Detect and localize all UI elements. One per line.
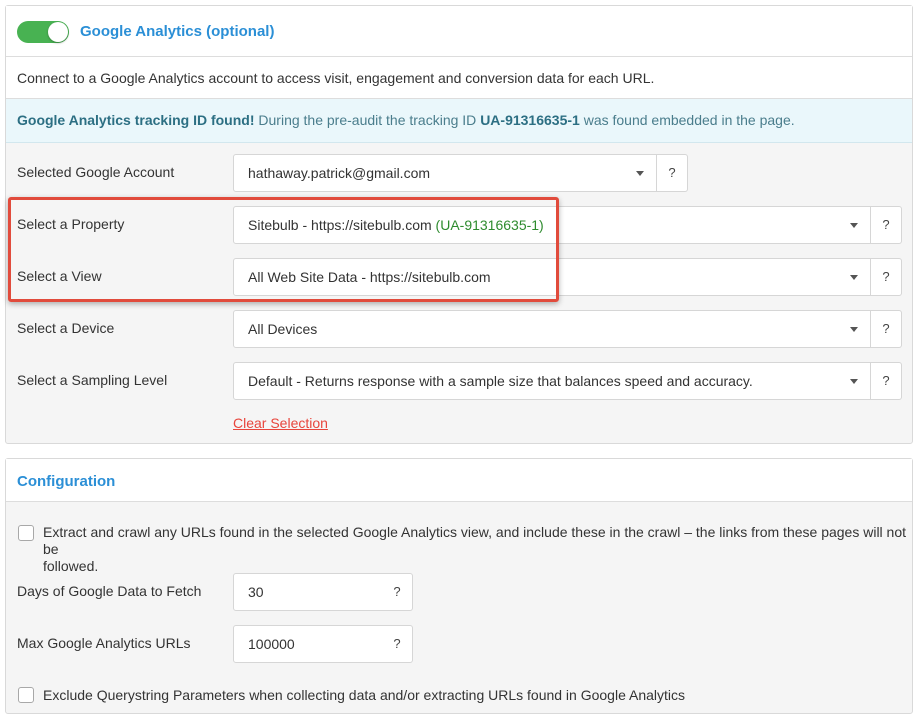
chevron-down-icon: [850, 379, 858, 384]
sampling-label: Select a Sampling Level: [17, 372, 168, 388]
max-urls-help-button[interactable]: ?: [382, 625, 413, 663]
config-panel-header: Configuration: [6, 459, 912, 502]
days-help-button[interactable]: ?: [382, 573, 413, 611]
config-section-title: Configuration: [17, 473, 116, 490]
extract-urls-text: Extract and crawl any URLs found in the …: [43, 524, 912, 575]
view-value: All Web Site Data - https://sitebulb.com: [248, 269, 491, 285]
extract-urls-line2: followed.: [43, 558, 99, 574]
google-analytics-panel: Google Analytics (optional) Connect to a…: [5, 5, 913, 444]
alert-text-before: During the pre-audit the tracking ID: [258, 112, 477, 128]
tracking-id-alert: Google Analytics tracking ID found! Duri…: [6, 99, 912, 143]
account-label: Selected Google Account: [17, 164, 175, 180]
chevron-down-icon: [850, 223, 858, 228]
device-select[interactable]: All Devices: [233, 310, 871, 348]
extract-urls-line1: Extract and crawl any URLs found in the …: [43, 524, 907, 557]
exclude-querystring-checkbox[interactable]: [18, 687, 34, 703]
alert-tracking-id: UA-91316635-1: [480, 112, 580, 128]
alert-text-after: was found embedded in the page.: [583, 112, 795, 128]
property-id: (UA-91316635-1): [435, 217, 544, 233]
alert-strong: Google Analytics tracking ID found!: [17, 112, 255, 128]
ga-section-title: Google Analytics (optional): [80, 23, 275, 40]
sampling-select[interactable]: Default - Returns response with a sample…: [233, 362, 871, 400]
extract-urls-checkbox[interactable]: [18, 525, 34, 541]
property-label: Select a Property: [17, 216, 125, 232]
toggle-knob: [48, 22, 68, 42]
exclude-querystring-text: Exclude Querystring Parameters when coll…: [43, 687, 686, 703]
device-value: All Devices: [248, 321, 318, 337]
device-help-button[interactable]: ?: [871, 310, 902, 348]
device-label: Select a Device: [17, 320, 115, 336]
property-help-button[interactable]: ?: [871, 206, 902, 244]
property-value: Sitebulb - https://sitebulb.com: [248, 217, 432, 233]
account-select[interactable]: hathaway.patrick@gmail.com: [233, 154, 657, 192]
max-urls-input[interactable]: 100000: [233, 625, 383, 663]
account-value: hathaway.patrick@gmail.com: [248, 165, 431, 181]
chevron-down-icon: [850, 275, 858, 280]
view-select[interactable]: All Web Site Data - https://sitebulb.com: [233, 258, 871, 296]
view-help-button[interactable]: ?: [871, 258, 902, 296]
account-help-button[interactable]: ?: [657, 154, 688, 192]
ga-panel-header: Google Analytics (optional): [6, 6, 912, 57]
clear-selection-link[interactable]: Clear Selection: [233, 415, 328, 431]
ga-description: Connect to a Google Analytics account to…: [6, 57, 912, 99]
sampling-help-button[interactable]: ?: [871, 362, 902, 400]
days-input[interactable]: 30: [233, 573, 383, 611]
property-select[interactable]: Sitebulb - https://sitebulb.com (UA-9131…: [233, 206, 871, 244]
chevron-down-icon: [850, 327, 858, 332]
configuration-panel: Configuration Extract and crawl any URLs…: [5, 458, 913, 714]
max-urls-label: Max Google Analytics URLs: [17, 635, 191, 651]
sampling-value: Default - Returns response with a sample…: [248, 373, 753, 389]
view-label: Select a View: [17, 268, 102, 284]
days-label: Days of Google Data to Fetch: [17, 583, 202, 599]
ga-toggle-switch[interactable]: [17, 21, 69, 43]
chevron-down-icon: [636, 171, 644, 176]
